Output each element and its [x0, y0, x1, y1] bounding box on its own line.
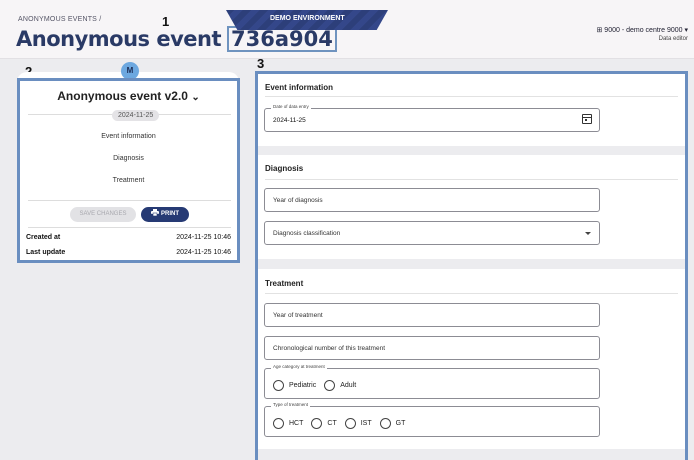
radio-circle-icon[interactable] [344, 418, 356, 429]
last-update-label: Last update [26, 249, 66, 256]
date-of-entry-legend: Date of data entry [271, 104, 311, 109]
radio-ct[interactable]: CT [311, 418, 337, 429]
event-summary-card: Anonymous event v2.0 ⌄ 2024-11-25 Event … [17, 78, 240, 263]
last-update-value: 2024-11-25 10:46 [176, 249, 231, 256]
environment-banner: DEMO ENVIRONMENT [226, 10, 388, 30]
diagnosis-classification-select[interactable]: Diagnosis classification [264, 221, 600, 245]
centre-selector[interactable]: ⊞ 9000 - demo centre 9000 ▾ Data editor [597, 26, 689, 42]
date-chip: 2024-11-25 [112, 110, 160, 121]
section-title-diagnosis: Diagnosis [265, 164, 304, 173]
section-diagnosis: Diagnosis Year of diagnosis Diagnosis cl… [258, 155, 685, 259]
print-button-label[interactable]: PRINT [161, 211, 179, 217]
radio-pediatric[interactable]: Pediatric [273, 380, 316, 391]
save-changes-button[interactable]: SAVE CHANGES [70, 207, 136, 222]
year-of-treatment-placeholder: Year of treatment [273, 312, 323, 319]
divider [265, 96, 678, 97]
print-button[interactable]: PRINT [141, 207, 189, 222]
chronological-number-input[interactable]: Chronological number of this treatment [264, 336, 600, 360]
centre-name[interactable]: ⊞ 9000 - demo centre 9000 ▾ [597, 26, 689, 34]
radio-circle-icon[interactable] [273, 418, 284, 429]
radio-circle-icon[interactable] [273, 380, 284, 391]
divider [28, 200, 231, 201]
section-title-event-information: Event information [265, 83, 334, 92]
age-category-legend: Age category at treatment [271, 364, 327, 369]
radio-pediatric-label[interactable]: Pediatric [289, 382, 316, 389]
created-at-row: Created at 2024-11-25 10:46 [26, 234, 231, 241]
year-of-diagnosis-input[interactable]: Year of diagnosis [264, 188, 600, 212]
calendar-icon[interactable] [582, 114, 592, 124]
chronological-number-placeholder: Chronological number of this treatment [273, 345, 386, 352]
year-of-diagnosis-placeholder: Year of diagnosis [273, 197, 323, 204]
treatment-type-group: Type of treatment HCT CT IST GT [264, 402, 600, 437]
marker-1: 1 [162, 14, 170, 29]
radio-gt-label[interactable]: GT [396, 420, 406, 427]
date-of-entry-field[interactable]: Date of data entry 2024-11-25 [264, 104, 600, 132]
divider [265, 293, 678, 294]
radio-ist-label[interactable]: IST [361, 420, 372, 427]
divider [265, 179, 678, 180]
nav-item-event-information[interactable]: Event information [20, 133, 237, 140]
nav-item-treatment[interactable]: Treatment [20, 177, 237, 184]
divider [28, 227, 231, 228]
radio-circle-icon[interactable] [311, 418, 323, 429]
year-of-treatment-input[interactable]: Year of treatment [264, 303, 600, 327]
section-treatment: Treatment Year of treatment Chronologica… [258, 269, 685, 449]
section-event-information: Event information Date of data entry 202… [258, 74, 685, 146]
radio-ct-label[interactable]: CT [327, 420, 336, 427]
radio-gt[interactable]: GT [379, 418, 406, 429]
last-update-row: Last update 2024-11-25 10:46 [26, 249, 231, 256]
age-category-options: Pediatric Adult [273, 380, 364, 391]
radio-hct-label[interactable]: HCT [289, 420, 303, 427]
version-selector[interactable]: Anonymous event v2.0 ⌄ [20, 89, 237, 103]
marker-3: 3 [257, 56, 265, 71]
treatment-type-legend: Type of treatment [271, 402, 311, 407]
radio-ist[interactable]: IST [344, 418, 372, 429]
page-title-text: Anonymous event [16, 27, 222, 51]
radio-hct[interactable]: HCT [273, 418, 303, 429]
breadcrumb[interactable]: ANONYMOUS EVENTS / [18, 16, 101, 23]
user-role: Data editor [658, 36, 688, 42]
created-at-label: Created at [26, 234, 61, 241]
chevron-down-icon[interactable] [585, 232, 591, 235]
page-header: ANONYMOUS EVENTS / Anonymous event 736a9… [0, 0, 694, 59]
date-of-entry-value[interactable]: 2024-11-25 [273, 117, 306, 124]
created-at-value: 2024-11-25 10:46 [176, 234, 231, 241]
radio-circle-icon[interactable] [379, 418, 391, 429]
age-category-group: Age category at treatment Pediatric Adul… [264, 364, 600, 399]
nav-item-diagnosis[interactable]: Diagnosis [20, 155, 237, 162]
radio-adult[interactable]: Adult [324, 380, 356, 391]
section-title-treatment: Treatment [265, 279, 304, 288]
treatment-type-options: HCT CT IST GT [273, 418, 413, 429]
printer-icon [151, 209, 159, 217]
form-panel: Event information Date of data entry 202… [255, 71, 688, 460]
version-label[interactable]: Anonymous event v2.0 [57, 89, 188, 103]
radio-circle-icon[interactable] [324, 380, 336, 391]
diagnosis-classification-placeholder: Diagnosis classification [273, 230, 341, 237]
radio-adult-label[interactable]: Adult [340, 382, 356, 389]
chevron-down-icon[interactable]: ⌄ [191, 92, 199, 103]
environment-banner-label: DEMO ENVIRONMENT [270, 15, 345, 22]
